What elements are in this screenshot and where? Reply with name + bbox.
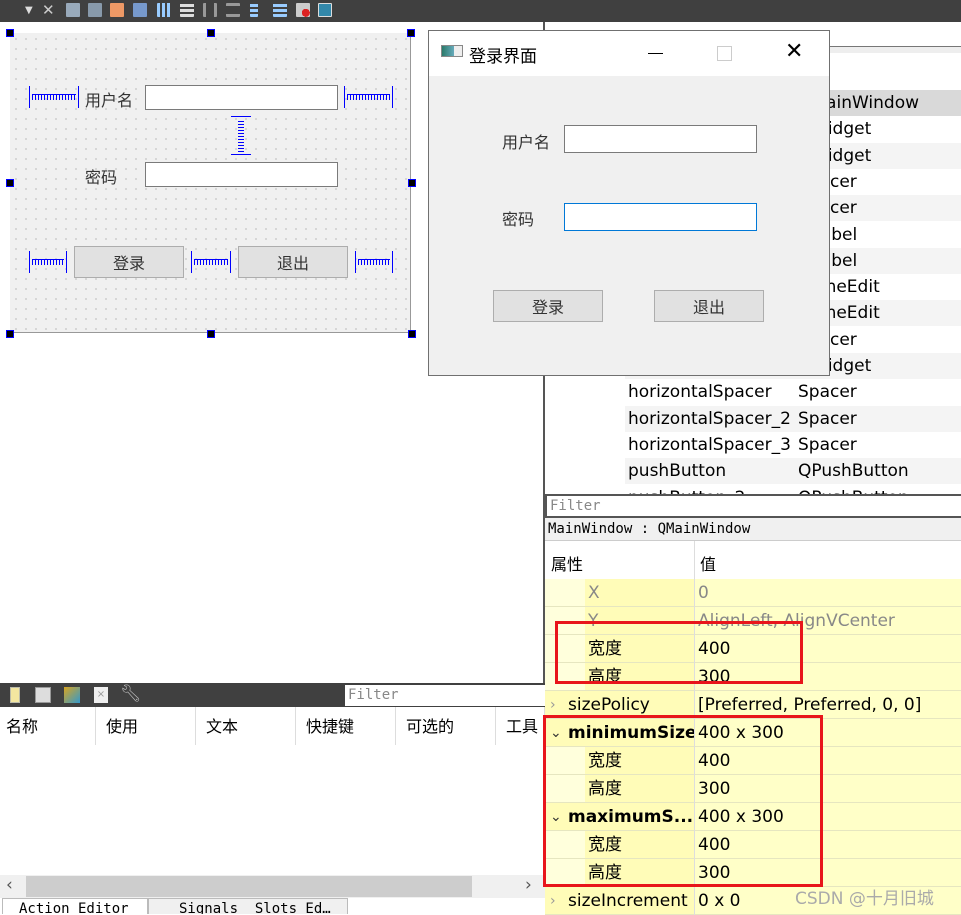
object-name: horizontalSpacer (628, 382, 772, 403)
layout-h-splitter-icon[interactable] (203, 3, 217, 17)
password-label: 密码 (502, 210, 535, 229)
edit-buddies-icon[interactable] (110, 3, 124, 17)
login-dialog-window: 登录界面 ✕ 用户名 密码 登录 退出 (428, 30, 830, 376)
dropdown-arrow-icon[interactable]: ▼ (25, 5, 33, 16)
resize-handle[interactable] (207, 330, 215, 338)
object-class: Spacer (798, 382, 857, 403)
password-input[interactable] (145, 162, 338, 187)
property-value[interactable]: 0 x 0 (698, 887, 741, 915)
password-input[interactable] (564, 203, 757, 231)
object-tree-row[interactable]: horizontalSpacer_3 Spacer (625, 431, 961, 458)
tab-action-editor[interactable]: Action Editor (2, 898, 148, 914)
resize-handle[interactable] (408, 179, 416, 187)
chevron-right-icon[interactable]: › (550, 887, 556, 914)
property-value[interactable]: 0 (698, 579, 709, 607)
object-class: QPushButton (798, 461, 909, 482)
form-editor-toolbar: ▼ ✕ (0, 0, 961, 22)
object-name: horizontalSpacer_2 (628, 408, 791, 429)
property-name: X (588, 583, 600, 603)
login-button[interactable]: 登录 (493, 290, 603, 322)
tab-signals-slots-editor[interactable]: Signals _Slots Ed… (148, 898, 348, 914)
resize-handle[interactable] (408, 330, 416, 338)
edit-widgets-icon[interactable] (66, 3, 80, 17)
horizontal-spacer[interactable] (191, 251, 231, 273)
close-icon[interactable]: ✕ (785, 39, 803, 64)
resize-handle[interactable] (6, 179, 14, 187)
layout-form-icon[interactable] (250, 3, 258, 17)
resize-handle[interactable] (6, 29, 14, 37)
username-label[interactable]: 用户名 (85, 87, 133, 111)
scrollbar-thumb[interactable] (26, 876, 472, 897)
edit-tab-order-icon[interactable] (133, 3, 147, 17)
column-header[interactable]: 使用 (100, 707, 196, 745)
layout-grid-icon[interactable] (273, 3, 287, 17)
object-tree-row[interactable]: horizontalSpacer Spacer (625, 379, 961, 406)
password-label[interactable]: 密码 (85, 164, 117, 188)
property-name: sizeIncrement (568, 891, 688, 911)
horizontal-spacer[interactable] (29, 86, 79, 108)
header-property[interactable]: 属性 (551, 551, 583, 575)
username-label: 用户名 (502, 133, 551, 152)
property-row[interactable]: X0 (545, 579, 961, 607)
new-action-icon[interactable] (10, 687, 20, 703)
property-filter-input[interactable]: Filter (545, 494, 961, 518)
object-class: Spacer (798, 434, 857, 455)
paste-action-icon[interactable] (64, 687, 80, 703)
object-tree-row[interactable]: pushButton QPushButton (625, 458, 961, 485)
object-tree-row[interactable]: horizontalSpacer_2 Spacer (625, 405, 961, 432)
scroll-left-icon[interactable]: ‹ (6, 875, 13, 895)
object-name: horizontalSpacer_3 (628, 434, 791, 455)
break-layout-icon[interactable] (296, 3, 310, 17)
delete-action-icon[interactable]: × (94, 687, 108, 703)
object-name: pushButton (628, 461, 727, 482)
adjust-size-icon[interactable] (318, 3, 332, 17)
form-preview[interactable]: 用户名 密码 登录 退出 (10, 33, 411, 333)
column-header[interactable]: 文本 (200, 707, 296, 745)
wrench-icon[interactable]: 🔧︎ (120, 684, 142, 704)
horizontal-spacer[interactable] (355, 251, 393, 273)
action-filter-input[interactable]: Filter (345, 685, 545, 706)
layout-horizontal-icon[interactable] (157, 3, 171, 17)
layout-vertical-icon[interactable] (180, 3, 194, 17)
highlight-box (543, 715, 823, 887)
login-button[interactable]: 登录 (74, 246, 184, 278)
dialog-title: 登录界面 (469, 47, 537, 67)
property-header: 属性 值 (545, 541, 961, 579)
exit-button[interactable]: 退出 (238, 246, 348, 278)
layout-v-splitter-icon[interactable] (226, 3, 240, 17)
username-input[interactable] (564, 125, 757, 153)
highlight-box (555, 621, 803, 684)
horizontal-scrollbar[interactable]: ‹ › (0, 875, 545, 898)
close-icon[interactable]: ✕ (42, 1, 55, 19)
header-value[interactable]: 值 (700, 551, 716, 575)
property-name: sizePolicy (568, 695, 650, 715)
selected-object-label: MainWindow : QMainWindow (545, 518, 961, 541)
horizontal-spacer[interactable] (344, 86, 393, 108)
copy-action-icon[interactable] (35, 687, 51, 703)
column-header[interactable]: 快捷键 (300, 707, 396, 745)
column-header[interactable]: 工具 (500, 707, 545, 745)
column-header[interactable]: 名称 (0, 707, 96, 745)
watermark: CSDN @十月旧城 (795, 889, 934, 909)
maximize-icon[interactable] (717, 46, 732, 61)
vertical-spacer[interactable] (231, 116, 251, 155)
exit-button[interactable]: 退出 (654, 290, 764, 322)
scroll-right-icon[interactable]: › (525, 875, 532, 895)
minimize-icon[interactable] (648, 53, 663, 54)
chevron-right-icon[interactable]: › (550, 691, 556, 718)
horizontal-spacer[interactable] (29, 251, 67, 273)
edit-signals-slots-icon[interactable] (88, 3, 102, 17)
dialog-titlebar[interactable]: 登录界面 ✕ (429, 31, 829, 76)
object-class: Spacer (798, 408, 857, 429)
column-header[interactable]: 可选的 (400, 707, 496, 745)
app-icon (441, 45, 463, 57)
resize-handle[interactable] (207, 29, 215, 37)
resize-handle[interactable] (407, 29, 415, 37)
resize-handle[interactable] (6, 330, 14, 338)
username-input[interactable] (145, 85, 338, 110)
